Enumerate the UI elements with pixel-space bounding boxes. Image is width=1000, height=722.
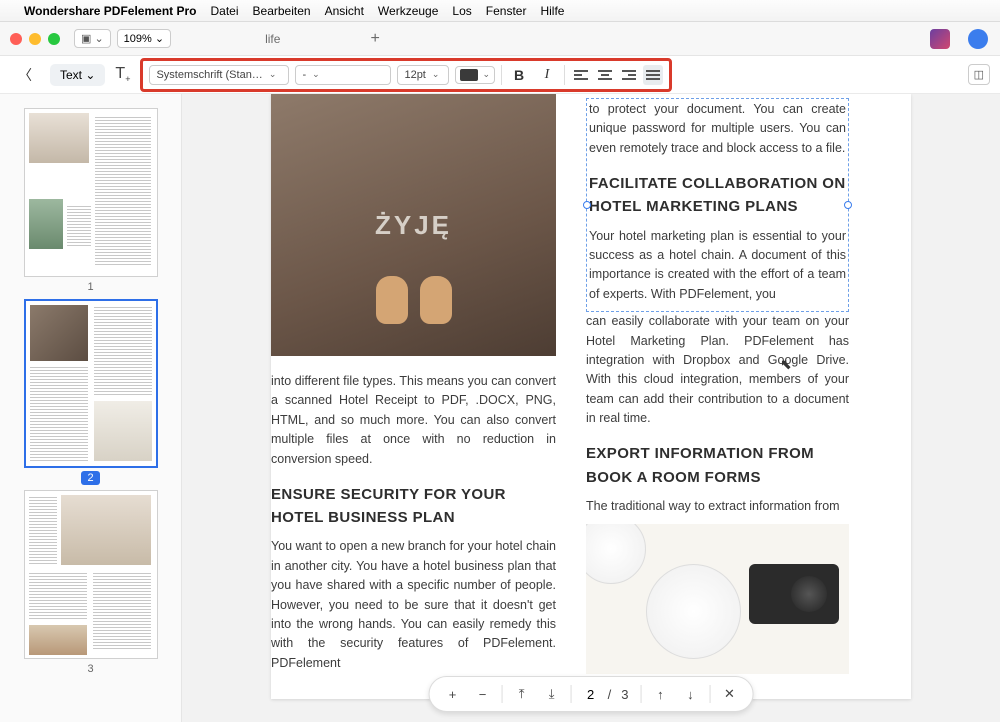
- body-text[interactable]: The traditional way to extract informati…: [586, 497, 849, 516]
- page-number-input[interactable]: [578, 687, 604, 702]
- food-image: [586, 524, 849, 674]
- zoom-in-button[interactable]: +: [440, 681, 466, 707]
- bold-button[interactable]: B: [508, 64, 530, 86]
- page-layout-button[interactable]: ◫: [968, 64, 990, 85]
- font-weight-dropdown[interactable]: -⌄: [295, 65, 391, 85]
- first-page-button[interactable]: ⤒: [509, 681, 535, 707]
- format-callout-box: Systemschrift (Stan…⌄ -⌄ 12pt⌄ ⌄ B I: [140, 58, 672, 92]
- thumbnail-page-3[interactable]: 3: [24, 490, 158, 675]
- menu-help[interactable]: Hilfe: [540, 4, 564, 18]
- body-text[interactable]: Your hotel marketing plan is essential t…: [589, 227, 846, 305]
- thumbnail-page-1[interactable]: 1: [24, 108, 158, 293]
- selected-text-block[interactable]: to protect your document. You can create…: [586, 98, 849, 312]
- maximize-window-button[interactable]: [48, 33, 60, 45]
- document-tab[interactable]: life: [185, 32, 360, 46]
- close-nav-button[interactable]: ✕: [716, 681, 742, 707]
- thumb-num-3: 3: [87, 663, 93, 675]
- mac-menubar: Wondershare PDFelement Pro Datei Bearbei…: [0, 0, 1000, 22]
- font-color-dropdown[interactable]: ⌄: [455, 66, 495, 84]
- menu-window[interactable]: Fenster: [486, 4, 527, 18]
- zoom-out-button[interactable]: −: [470, 681, 496, 707]
- document-canvas[interactable]: ŻYJĘ into different file types. This mea…: [182, 94, 1000, 722]
- thumbnail-sidebar: 1 2 3: [0, 94, 182, 722]
- format-toolbar: 〈 Text ⌄ T+ Systemschrift (Stan…⌄ -⌄ 12p…: [0, 56, 1000, 94]
- app-color-icon[interactable]: [930, 29, 950, 49]
- align-right-button[interactable]: [619, 65, 639, 85]
- body-text[interactable]: can easily collaborate with your team on…: [586, 312, 849, 428]
- edit-mode-dropdown[interactable]: Text ⌄: [50, 64, 105, 86]
- align-left-button[interactable]: [571, 65, 591, 85]
- italic-button[interactable]: I: [536, 64, 558, 86]
- traffic-lights: [10, 33, 60, 45]
- last-page-button[interactable]: ⤓: [539, 681, 565, 707]
- font-family-dropdown[interactable]: Systemschrift (Stan…⌄: [149, 65, 289, 85]
- page-sep: /: [608, 687, 612, 702]
- back-button[interactable]: 〈: [10, 61, 40, 89]
- app-name[interactable]: Wondershare PDFelement Pro: [24, 4, 197, 18]
- hero-image-text: ŻYJĘ: [375, 205, 452, 245]
- window-titlebar: ▣ ⌄ 109% ⌄ life +: [0, 22, 1000, 56]
- next-page-button[interactable]: ↓: [677, 681, 703, 707]
- color-swatch: [460, 69, 478, 81]
- add-text-button[interactable]: T+: [115, 65, 130, 84]
- body-text[interactable]: into different file types. This means yo…: [271, 372, 556, 469]
- thumb-num-2: 2: [81, 471, 99, 485]
- page-total: 3: [615, 687, 634, 702]
- heading-security[interactable]: ENSURE SECURITY FOR YOUR HOTEL BUSINESS …: [271, 483, 556, 530]
- prev-page-button[interactable]: ↑: [647, 681, 673, 707]
- heading-collaboration[interactable]: FACILITATE COLLABORATION ON HOTEL MARKET…: [589, 172, 846, 219]
- menu-go[interactable]: Los: [452, 4, 471, 18]
- thumb-num-1: 1: [87, 281, 93, 293]
- page-navigation-toolbar: + − ⤒ ⤓ / 3 ↑ ↓ ✕: [429, 676, 754, 712]
- add-tab-button[interactable]: +: [360, 30, 389, 48]
- heading-export[interactable]: EXPORT INFORMATION FROM BOOK A ROOM FORM…: [586, 442, 849, 489]
- document-page: ŻYJĘ into different file types. This mea…: [271, 94, 911, 699]
- menu-tools[interactable]: Werkzeuge: [378, 4, 438, 18]
- minimize-window-button[interactable]: [29, 33, 41, 45]
- user-avatar[interactable]: [968, 29, 988, 49]
- font-family-value: Systemschrift (Stan…: [156, 69, 262, 81]
- menu-file[interactable]: Datei: [211, 4, 239, 18]
- sidebar-toggle-button[interactable]: ▣ ⌄: [74, 29, 111, 48]
- align-justify-button[interactable]: [643, 65, 663, 85]
- close-window-button[interactable]: [10, 33, 22, 45]
- font-weight-value: -: [302, 69, 306, 81]
- font-size-value: 12pt: [404, 69, 425, 81]
- body-text[interactable]: to protect your document. You can create…: [589, 100, 846, 158]
- align-center-button[interactable]: [595, 65, 615, 85]
- zoom-dropdown[interactable]: 109% ⌄: [117, 29, 171, 48]
- hero-image: ŻYJĘ: [271, 94, 556, 356]
- font-size-dropdown[interactable]: 12pt⌄: [397, 65, 449, 85]
- menu-edit[interactable]: Bearbeiten: [253, 4, 311, 18]
- camera-icon: [749, 564, 839, 624]
- thumbnail-page-2[interactable]: 2: [24, 299, 158, 484]
- body-text[interactable]: You want to open a new branch for your h…: [271, 537, 556, 673]
- menu-view[interactable]: Ansicht: [325, 4, 364, 18]
